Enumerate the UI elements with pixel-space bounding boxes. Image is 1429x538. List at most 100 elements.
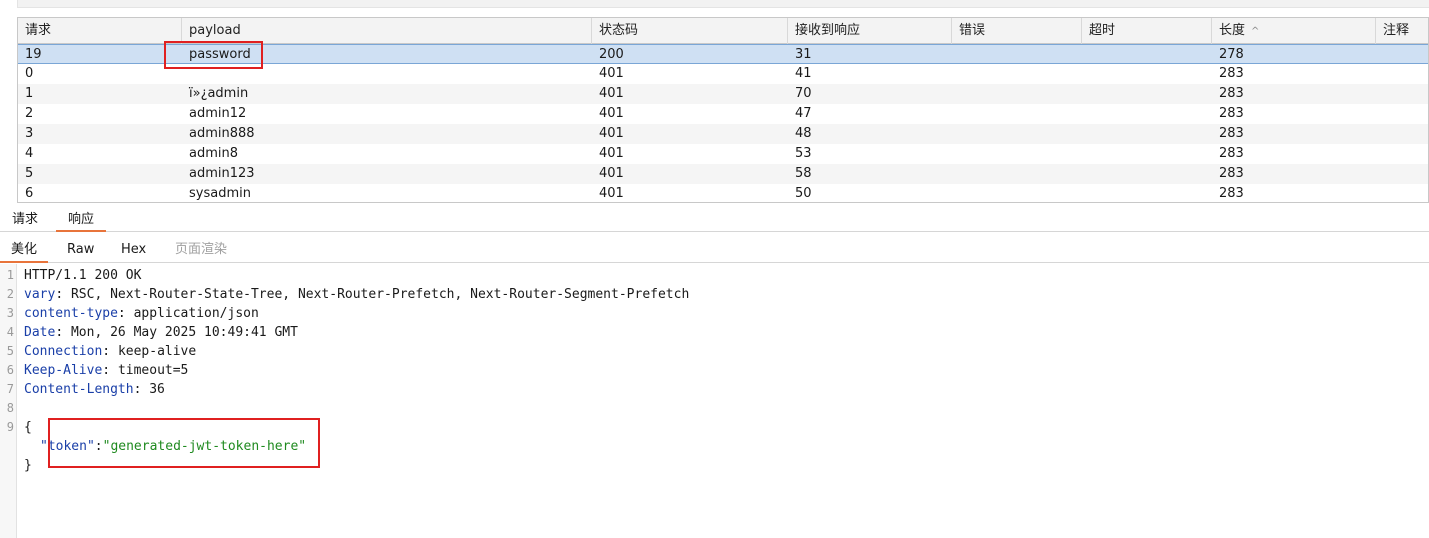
cell-payload: ï»¿admin <box>189 86 249 101</box>
table-row[interactable]: 0 401 41 283 <box>18 64 1428 84</box>
line-number: 2 <box>6 287 14 301</box>
cell-status: 401 <box>599 166 624 181</box>
tab-raw[interactable]: Raw <box>56 237 105 263</box>
cell-received: 47 <box>795 106 812 121</box>
tab-pretty[interactable]: 美化 <box>0 237 49 263</box>
table-row[interactable]: 2 admin12 401 47 283 <box>18 104 1428 124</box>
tab-response[interactable]: 响应 <box>56 207 107 232</box>
cell-length: 283 <box>1219 86 1244 101</box>
json-open-brace: { <box>24 420 32 435</box>
header-value: timeout=5 <box>117 363 189 378</box>
line-gutter: 1 2 3 4 5 6 7 8 9 <box>0 264 17 538</box>
cell-request: 3 <box>25 126 34 141</box>
cell-comment <box>1376 45 1428 65</box>
table-body: 19 password 200 31 278 0 401 41 283 1 ï»¿admin 401 7… <box>18 44 1428 202</box>
cell-payload: admin123 <box>189 166 255 181</box>
json-value: "generated-jwt-token-here" <box>102 439 307 454</box>
top-strip <box>0 0 1429 17</box>
cell-comment <box>1376 164 1428 184</box>
line-number: 6 <box>6 363 14 377</box>
filter-bar[interactable] <box>17 0 1429 8</box>
column-header-length[interactable]: 长度 ^ <box>1212 18 1376 44</box>
header-value: keep-alive <box>117 344 197 359</box>
column-header-received[interactable]: 接收到响应 <box>788 18 952 44</box>
view-tabs: 美化 Raw Hex 页面渲染 <box>0 237 1429 263</box>
response-editor[interactable]: 1 2 3 4 5 6 7 8 9 HTTP/1.1 200 OK vary: … <box>0 264 1429 538</box>
json-key: "token" <box>40 439 95 454</box>
header-line: vary: RSC, Next-Router-State-Tree, Next-… <box>24 287 690 302</box>
column-header-comment[interactable]: 注释 <box>1376 18 1428 44</box>
table-row[interactable]: 5 admin123 401 58 283 <box>18 164 1428 184</box>
cell-status: 401 <box>599 66 624 81</box>
detail-tabs: 请求 响应 <box>0 207 1429 232</box>
cell-comment <box>1376 64 1428 84</box>
header-value: Mon, 26 May 2025 10:49:41 GMT <box>70 325 298 340</box>
table-row[interactable]: 1 ï»¿admin 401 70 283 <box>18 84 1428 104</box>
json-close-brace: } <box>24 458 32 473</box>
line-number: 7 <box>6 382 14 396</box>
table-row[interactable]: 19 password 200 31 278 <box>18 44 1428 64</box>
cell-error <box>952 184 1082 202</box>
line-number: 4 <box>6 325 14 339</box>
table-row[interactable]: 4 admin8 401 53 283 <box>18 144 1428 164</box>
header-name: vary <box>24 287 56 302</box>
cell-error <box>952 64 1082 84</box>
column-header-request[interactable]: 请求 <box>18 18 182 44</box>
cell-status: 401 <box>599 106 624 121</box>
column-header-payload[interactable]: payload <box>182 18 592 44</box>
cell-error <box>952 124 1082 144</box>
cell-error <box>952 144 1082 164</box>
cell-timeout <box>1082 124 1212 144</box>
cell-request: 6 <box>25 186 34 201</box>
cell-timeout <box>1082 164 1212 184</box>
cell-comment <box>1376 104 1428 124</box>
line-number: 5 <box>6 344 14 358</box>
cell-timeout <box>1082 144 1212 164</box>
tab-request[interactable]: 请求 <box>0 207 50 232</box>
header-name: Date <box>24 325 56 340</box>
header-name: content-type <box>24 306 118 321</box>
line-number: 1 <box>6 268 14 282</box>
json-separator: : <box>94 439 103 454</box>
cell-error <box>952 45 1082 65</box>
column-header-status[interactable]: 状态码 <box>592 18 788 44</box>
cell-request: 2 <box>25 106 34 121</box>
cell-timeout <box>1082 84 1212 104</box>
cell-length: 283 <box>1219 146 1244 161</box>
cell-error <box>952 84 1082 104</box>
cell-received: 53 <box>795 146 812 161</box>
tab-render[interactable]: 页面渲染 <box>164 237 238 263</box>
cell-error <box>952 104 1082 124</box>
header-line: Content-Length: 36 <box>24 382 165 397</box>
cell-request: 4 <box>25 146 34 161</box>
cell-length: 278 <box>1219 47 1244 62</box>
table-header: 请求 payload 状态码 接收到响应 错误 超时 长度 ^ 注释 <box>18 18 1428 44</box>
cell-length: 283 <box>1219 166 1244 181</box>
column-header-error[interactable]: 错误 <box>952 18 1082 44</box>
header-name: Keep-Alive <box>24 363 103 378</box>
cell-payload: password <box>189 47 251 62</box>
line-number: 8 <box>6 401 14 415</box>
results-table: 请求 payload 状态码 接收到响应 错误 超时 长度 ^ 注释 19 pass… <box>17 17 1429 203</box>
column-header-timeout[interactable]: 超时 <box>1082 18 1212 44</box>
cell-request: 19 <box>25 47 42 62</box>
table-row[interactable]: 6 sysadmin 401 50 283 <box>18 184 1428 202</box>
header-name: Connection <box>24 344 103 359</box>
table-row[interactable]: 3 admin888 401 48 283 <box>18 124 1428 144</box>
cell-error <box>952 164 1082 184</box>
line-number: 3 <box>6 306 14 320</box>
cell-length: 283 <box>1219 106 1244 121</box>
header-line: content-type: application/json <box>24 306 259 321</box>
cell-timeout <box>1082 64 1212 84</box>
cell-status: 401 <box>599 86 624 101</box>
cell-timeout <box>1082 104 1212 124</box>
cell-received: 50 <box>795 186 812 201</box>
line-number: 9 <box>6 420 14 434</box>
tab-hex[interactable]: Hex <box>110 237 157 263</box>
header-value: application/json <box>133 306 259 321</box>
cell-payload: sysadmin <box>189 186 251 201</box>
cell-payload: admin12 <box>189 106 247 121</box>
cell-payload: admin8 <box>189 146 239 161</box>
cell-timeout <box>1082 45 1212 65</box>
cell-request: 0 <box>25 66 34 81</box>
